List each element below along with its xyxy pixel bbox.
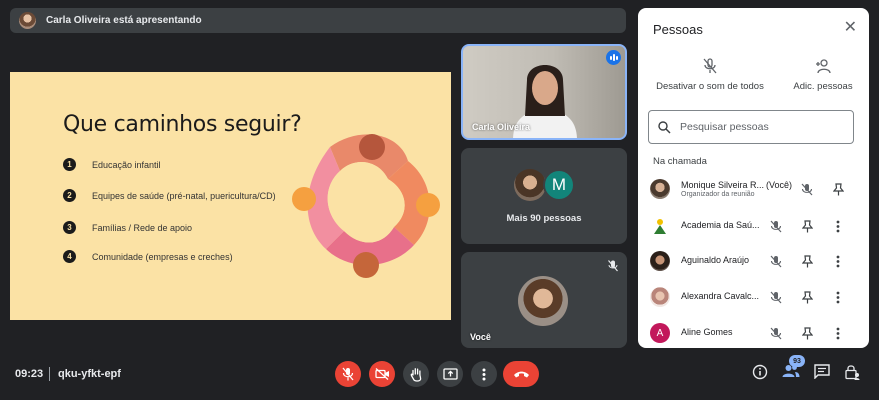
add-people-button[interactable]: Adic. pessoas — [788, 58, 858, 92]
mute-all-label: Desativar o som de todos — [656, 81, 764, 92]
mic-off-icon[interactable] — [770, 255, 782, 268]
search-placeholder: Pesquisar pessoas — [680, 121, 769, 133]
meeting-code: qku-yfkt-epf — [58, 368, 121, 380]
bullet-number: 2 — [63, 189, 76, 202]
lock-person-icon — [845, 365, 860, 380]
participant-name: Alexandra Cavalc... — [681, 291, 760, 301]
chat-icon — [814, 364, 830, 379]
slide-item-text: Educação infantil — [92, 159, 161, 170]
more-options-icon[interactable] — [836, 291, 840, 304]
leave-call-button[interactable] — [503, 361, 539, 387]
slide-item-text: Famílias / Rede de apoio — [92, 222, 193, 233]
pin-icon[interactable] — [802, 290, 813, 304]
more-options-icon — [482, 368, 486, 380]
add-people-label: Adic. pessoas — [793, 81, 853, 92]
presenter-video-tile[interactable]: Carla Oliveira — [461, 44, 627, 140]
hang-up-icon — [513, 371, 529, 378]
participant-avatar — [650, 179, 670, 199]
slide-item-text: Equipes de saúde (pré-natal, puericultur… — [92, 190, 276, 201]
pin-icon[interactable] — [802, 326, 813, 340]
slide-list-item: 2 Equipes de saúde (pré-natal, puericult… — [63, 189, 276, 202]
participant-row[interactable]: A Aline Gomes — [638, 321, 869, 345]
participant-row[interactable]: Monique Silveira R... (Você) Organizador… — [638, 177, 869, 201]
more-participants-tile[interactable]: M Mais 90 pessoas — [461, 148, 627, 244]
more-participants-label: Mais 90 pessoas — [506, 213, 582, 224]
self-video-tile[interactable]: Você — [461, 252, 627, 348]
organization-logo-icon — [654, 219, 666, 234]
present-screen-button[interactable] — [437, 361, 463, 387]
slide-item-text: Comunidade (empresas e creches) — [92, 251, 233, 262]
participant-avatar: A — [650, 323, 670, 343]
self-avatar — [518, 276, 568, 326]
hugging-people-illustration — [292, 134, 440, 278]
mic-off-icon[interactable] — [770, 291, 782, 304]
presenting-text: Carla Oliveira está apresentando — [46, 15, 202, 26]
tile-name: Você — [470, 332, 491, 342]
participant-row[interactable]: Aguinaldo Araújo — [638, 249, 869, 273]
slide-list-item: 1 Educação infantil — [63, 158, 161, 171]
in-call-heading: Na chamada — [653, 156, 707, 167]
search-input[interactable]: Pesquisar pessoas — [648, 110, 854, 144]
participant-avatar — [650, 251, 670, 271]
mic-off-icon — [608, 260, 618, 272]
bullet-number: 3 — [63, 221, 76, 234]
bullet-number: 4 — [63, 250, 76, 263]
info-icon — [752, 364, 768, 380]
camera-off-icon — [374, 368, 389, 380]
shared-slide: Que caminhos seguir? 1 Educação infantil… — [10, 72, 451, 320]
self-tag: (Você) — [766, 180, 793, 190]
participant-avatar — [514, 169, 546, 201]
present-icon — [442, 368, 458, 380]
meeting-time: 09:23 — [15, 368, 44, 380]
divider — [49, 367, 50, 381]
participant-name: Academia da Saú... — [681, 220, 760, 230]
search-icon — [658, 120, 671, 134]
mute-all-button[interactable]: Desativar o som de todos — [656, 58, 764, 92]
participant-name: Monique Silveira R... — [681, 180, 765, 190]
raise-hand-button[interactable] — [403, 361, 429, 387]
hand-icon — [410, 367, 421, 382]
presenting-banner: Carla Oliveira está apresentando — [10, 8, 626, 33]
mic-off-icon[interactable] — [770, 327, 782, 340]
mic-off-icon — [703, 58, 717, 74]
more-options-icon[interactable] — [836, 255, 840, 268]
participant-name: Aguinaldo Araújo — [681, 255, 750, 265]
presenter-avatar — [19, 12, 36, 29]
meeting-details-button[interactable] — [752, 364, 768, 380]
more-options-icon[interactable] — [836, 220, 840, 233]
more-options-icon[interactable] — [836, 327, 840, 340]
microphone-toggle-button[interactable] — [335, 361, 361, 387]
participant-avatar — [650, 216, 670, 236]
pin-icon[interactable] — [802, 254, 813, 268]
pin-icon[interactable] — [833, 182, 844, 196]
camera-toggle-button[interactable] — [369, 361, 395, 387]
close-icon[interactable]: ✕ — [844, 20, 857, 36]
more-options-button[interactable] — [471, 361, 497, 387]
host-controls-button[interactable] — [845, 364, 860, 380]
mic-off-icon[interactable] — [770, 220, 782, 233]
participant-role: Organizador da reunião — [681, 191, 755, 198]
pin-icon[interactable] — [802, 219, 813, 233]
participant-row[interactable]: Alexandra Cavalc... — [638, 285, 869, 309]
slide-list-item: 3 Famílias / Rede de apoio — [63, 221, 192, 234]
participant-avatar — [650, 287, 670, 307]
slide-list-item: 4 Comunidade (empresas e creches) — [63, 250, 233, 263]
mic-off-icon — [342, 367, 354, 381]
add-person-icon — [816, 59, 831, 74]
participant-name: Aline Gomes — [681, 327, 733, 337]
speaking-indicator-icon — [606, 50, 621, 65]
mic-off-icon[interactable] — [801, 183, 813, 196]
tile-name: Carla Oliveira — [472, 122, 531, 132]
participant-avatar: M — [543, 169, 575, 201]
people-panel: Pessoas ✕ Desativar o som de todos Adic.… — [638, 8, 869, 348]
slide-title: Que caminhos seguir? — [63, 112, 302, 137]
bullet-number: 1 — [63, 158, 76, 171]
panel-title: Pessoas — [653, 22, 703, 37]
participant-count-badge: 93 — [789, 355, 805, 367]
chat-button[interactable] — [814, 364, 830, 379]
participant-row[interactable]: Academia da Saú... — [638, 214, 869, 238]
